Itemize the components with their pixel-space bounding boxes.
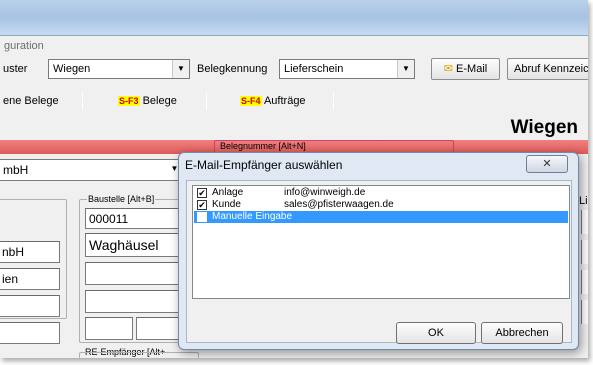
right-edge-field[interactable] (581, 240, 588, 264)
right-edge-label: Li (579, 195, 588, 207)
close-button[interactable]: ✕ (526, 155, 568, 173)
belegkennung-value: Lieferschein (284, 63, 344, 75)
tab-label: Belege (142, 95, 177, 107)
recipient-name: Manuelle Eingabe (212, 211, 293, 222)
tab-label: ene Belege (3, 95, 59, 107)
envelope-icon: ✉ (443, 63, 453, 75)
recipient-email: info@winweigh.de (284, 187, 366, 198)
right-edge-field[interactable] (581, 300, 588, 324)
email-recipient-dialog: E-Mail-Empfänger auswählen ✕ ✔ Anlage in… (178, 152, 579, 350)
title-bar (0, 0, 588, 36)
ok-button[interactable]: OK (396, 322, 476, 344)
address-field-2[interactable]: ien (0, 268, 60, 290)
recipient-name: Anlage (212, 187, 244, 198)
close-icon: ✕ (542, 158, 552, 170)
hotkey-badge: S-F3 (118, 96, 140, 106)
abruf-button-label: Abruf Kennzeic (514, 63, 588, 75)
hotkey-badge: S-F4 (240, 96, 262, 106)
menu-item-konfiguration[interactable]: guration (4, 40, 44, 52)
muster-combo[interactable]: Wiegen ▼ (48, 59, 190, 79)
checkbox[interactable]: ✔ (197, 200, 207, 210)
divider (333, 92, 334, 110)
chevron-down-icon[interactable]: ▼ (397, 60, 414, 78)
tab-offene-belege[interactable]: ene Belege (3, 95, 59, 107)
address-field-4[interactable] (0, 322, 60, 344)
cancel-button-label: Abbrechen (495, 327, 549, 339)
email-button-label: E-Mail (456, 63, 488, 75)
tab-auftraege[interactable]: S-F4 Aufträge (240, 95, 306, 107)
address-field-3[interactable] (0, 295, 60, 317)
cancel-button[interactable]: Abbrechen (481, 322, 563, 344)
tab-label: Aufträge (263, 95, 306, 107)
email-button[interactable]: ✉ E-Mail (431, 58, 500, 80)
dialog-title: E-Mail-Empfänger auswählen (185, 158, 343, 172)
page-title: Wiegen (510, 117, 578, 138)
menu-bar: guration (0, 36, 588, 56)
recipient-email: sales@pfisterwaagen.de (284, 199, 394, 210)
company-value: mbH (3, 163, 29, 177)
ok-button-label: OK (428, 327, 444, 339)
toolbar: uster Wiegen ▼ Belegkennung Lieferschein… (0, 57, 588, 87)
belegnummer-label: Belegnummer [Alt+N] (220, 141, 306, 151)
baustelle-plz-field[interactable] (85, 317, 133, 340)
baustelle-label: Baustelle [Alt+B] (87, 194, 156, 204)
belegkennung-label: Belegkennung (197, 63, 268, 75)
recipient-name: Kunde (212, 199, 241, 210)
re-empfaenger-group (79, 352, 199, 358)
muster-label: uster (3, 63, 28, 75)
checkbox[interactable] (197, 212, 207, 222)
tab-bar: ene Belege S-F3 Belege S-F4 Aufträge (0, 90, 588, 112)
divider (82, 92, 83, 110)
list-item[interactable]: ✔ Anlage info@winweigh.de (194, 187, 568, 199)
recipient-list[interactable]: ✔ Anlage info@winweigh.de ✔ Kunde sales@… (192, 185, 570, 299)
abruf-kennzeichen-button[interactable]: Abruf Kennzeic (507, 58, 588, 80)
company-combo[interactable]: mbH ▼ (0, 159, 184, 181)
tab-belege[interactable]: S-F3 Belege (118, 95, 177, 107)
muster-value: Wiegen (53, 63, 91, 75)
belegkennung-combo[interactable]: Lieferschein ▼ (279, 59, 415, 79)
main-window: guration uster Wiegen ▼ Belegkennung Lie… (0, 0, 588, 358)
list-item[interactable]: ✔ Kunde sales@pfisterwaagen.de (194, 199, 568, 211)
dialog-body: ✔ Anlage info@winweigh.de ✔ Kunde sales@… (186, 180, 572, 344)
right-edge-field[interactable] (581, 270, 588, 294)
address-field-1[interactable]: nbH (0, 241, 60, 263)
right-edge-field[interactable] (581, 210, 588, 234)
divider (206, 92, 207, 110)
chevron-down-icon[interactable]: ▼ (172, 60, 189, 78)
checkbox[interactable]: ✔ (197, 188, 207, 198)
list-item-selected[interactable]: Manuelle Eingabe (194, 211, 568, 223)
